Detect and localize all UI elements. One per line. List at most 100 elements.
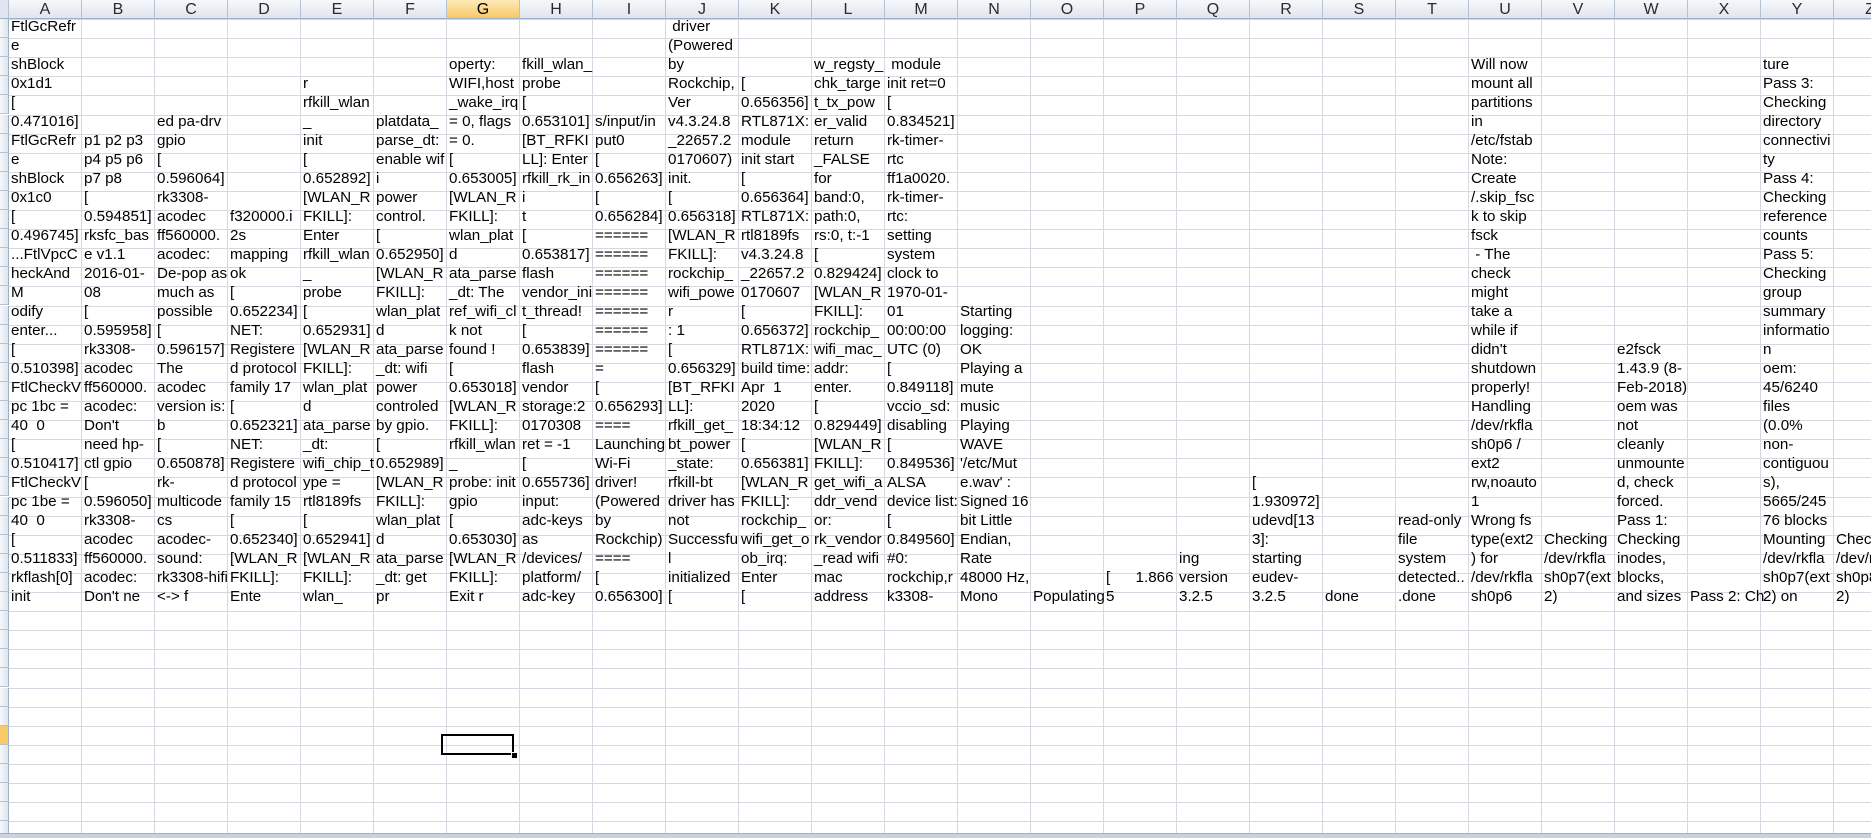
- row-header[interactable]: [0, 554, 9, 573]
- column-header-p[interactable]: P: [1104, 0, 1177, 19]
- cell-l-log-text[interactable]: w_regsty_ chk_targe t_tx_pow er_valid re…: [812, 19, 885, 606]
- column-header-h[interactable]: H: [520, 0, 593, 19]
- cell-v-log-text[interactable]: Checking /dev/rkfla sh0p7(ext 2): [1542, 19, 1615, 606]
- row-header[interactable]: [0, 497, 9, 516]
- row-header[interactable]: [0, 325, 9, 344]
- row-header[interactable]: [0, 630, 9, 649]
- cell-b-log-text[interactable]: p1 p2 p3 p4 p5 p6 p7 p8 [ 0.594851] rksf…: [82, 19, 155, 606]
- row-gridline: [9, 745, 1871, 746]
- column-header-c[interactable]: C: [155, 0, 228, 19]
- column-header-f[interactable]: F: [374, 0, 447, 19]
- cell-g-log-text[interactable]: operty: WIFI,host _wake_irq = 0, flags =…: [447, 19, 520, 606]
- row-header[interactable]: [0, 229, 9, 248]
- row-header[interactable]: [0, 286, 9, 305]
- row-header[interactable]: [0, 382, 9, 401]
- cell-m-log-text[interactable]: module init ret=0 [ 0.834521] rk-timer- …: [885, 19, 958, 606]
- row-header[interactable]: [0, 573, 9, 592]
- cell-w-log-text[interactable]: e2fsck 1.43.9 (8- Feb-2018) oem was not …: [1615, 19, 1688, 606]
- row-header[interactable]: [0, 38, 9, 57]
- row-header[interactable]: [0, 76, 9, 95]
- row-header[interactable]: [0, 611, 9, 630]
- fill-handle[interactable]: [511, 752, 518, 759]
- row-header[interactable]: [0, 458, 9, 477]
- row-gridline: [9, 649, 1871, 650]
- column-header-w[interactable]: W: [1615, 0, 1688, 19]
- cell-t-log-text[interactable]: read-only file system detected.. .done: [1396, 19, 1469, 606]
- row-header[interactable]: [0, 707, 9, 726]
- cell-c-log-text[interactable]: ed pa-drv gpio [ 0.596064] rk3308- acode…: [155, 19, 228, 606]
- cell-s-log-text[interactable]: done: [1323, 19, 1396, 606]
- column-header-r[interactable]: R: [1250, 0, 1323, 19]
- horizontal-scrollbar[interactable]: [0, 833, 1871, 838]
- selected-cell-cursor[interactable]: [441, 734, 514, 755]
- row-header[interactable]: [0, 134, 9, 153]
- row-header[interactable]: [0, 592, 9, 611]
- row-header[interactable]: [0, 172, 9, 191]
- column-header-m[interactable]: M: [885, 0, 958, 19]
- column-header-i[interactable]: I: [593, 0, 666, 19]
- cell-q-log-text[interactable]: ing version 3.2.5: [1177, 19, 1250, 606]
- column-header-n[interactable]: N: [958, 0, 1031, 19]
- row-header[interactable]: [0, 210, 9, 229]
- column-header-s[interactable]: S: [1323, 0, 1396, 19]
- column-header-d[interactable]: D: [228, 0, 301, 19]
- column-header-x[interactable]: X: [1688, 0, 1761, 19]
- cell-n-log-text[interactable]: Starting logging: OK Playing a mute musi…: [958, 19, 1031, 606]
- row-header[interactable]: [0, 439, 9, 458]
- row-header[interactable]: [0, 267, 9, 286]
- row-header[interactable]: [0, 802, 9, 821]
- column-header-e[interactable]: E: [301, 0, 374, 19]
- row-header[interactable]: [0, 19, 9, 38]
- row-header[interactable]: [0, 115, 9, 134]
- row-header[interactable]: [0, 783, 9, 802]
- cell-a-log-text[interactable]: 470993] FtlGcRefre shBlock 0x1d1 [ 0.471…: [9, 19, 82, 606]
- column-header-a[interactable]: A: [9, 0, 82, 19]
- column-header-l[interactable]: L: [812, 0, 885, 19]
- column-header-g[interactable]: G: [447, 0, 520, 19]
- column-header-o[interactable]: O: [1031, 0, 1104, 19]
- cell-h-log-text[interactable]: fkill_wlan_ probe [ 0.653101] [BT_RFKI L…: [520, 19, 593, 606]
- row-header[interactable]: [0, 344, 9, 363]
- cell-p-log-text[interactable]: [ 1.8665: [1104, 19, 1177, 606]
- row-header[interactable]: [0, 726, 9, 745]
- column-header-z[interactable]: Z: [1834, 0, 1871, 19]
- select-all-corner[interactable]: [0, 0, 9, 19]
- row-header[interactable]: [0, 764, 9, 783]
- row-header[interactable]: [0, 401, 9, 420]
- cell-e-log-text[interactable]: r rfkill_wlan_ init [ 0.652892] [WLAN_R …: [301, 19, 374, 606]
- column-header-u[interactable]: U: [1469, 0, 1542, 19]
- row-header[interactable]: [0, 477, 9, 496]
- row-header[interactable]: [0, 516, 9, 535]
- row-header[interactable]: [0, 688, 9, 707]
- column-header-v[interactable]: V: [1542, 0, 1615, 19]
- cell-y-log-text[interactable]: ture Pass 3: Checking directory connecti…: [1761, 19, 1834, 606]
- cell-r-log-text[interactable]: [ 1.930972] udevd[13 3]: starting eudev-…: [1250, 19, 1323, 606]
- row-header[interactable]: [0, 649, 9, 668]
- row-header[interactable]: [0, 57, 9, 76]
- column-header-b[interactable]: B: [82, 0, 155, 19]
- cell-f-log-text[interactable]: platdata_ parse_dt: enable wifi power co…: [374, 19, 447, 606]
- row-header[interactable]: [0, 95, 9, 114]
- cell-k-log-text[interactable]: [ 0.656356] RTL871X: module init start […: [739, 19, 812, 606]
- row-header[interactable]: [0, 306, 9, 325]
- row-header[interactable]: [0, 668, 9, 687]
- cell-z-log-text[interactable]: Checking /dev/rkfla sh0p8(ext 2): [1834, 19, 1871, 606]
- row-header[interactable]: [0, 153, 9, 172]
- row-header[interactable]: [0, 363, 9, 382]
- column-header-q[interactable]: Q: [1177, 0, 1250, 19]
- row-header[interactable]: [0, 248, 9, 267]
- column-header-t[interactable]: T: [1396, 0, 1469, 19]
- spreadsheet-grid[interactable]: A470993] FtlGcRefre shBlock 0x1d1 [ 0.47…: [0, 0, 1871, 838]
- row-header[interactable]: [0, 535, 9, 554]
- row-gridline: [9, 668, 1871, 669]
- cell-i-log-text[interactable]: s/input/in put0 [ 0.656263] [ 0.656284] …: [593, 19, 666, 606]
- column-header-j[interactable]: J: [666, 0, 739, 19]
- column-header-k[interactable]: K: [739, 0, 812, 19]
- column-header-y[interactable]: Y: [1761, 0, 1834, 19]
- cell-j-log-text[interactable]: driver (Powered by Rockchip, Ver v4.3.24…: [666, 19, 739, 606]
- row-header[interactable]: [0, 745, 9, 764]
- cell-u-log-text[interactable]: Will now mount all partitions in /etc/fs…: [1469, 19, 1542, 606]
- row-header[interactable]: [0, 420, 9, 439]
- cell-d-log-text[interactable]: f320000.i 2s mapping ok [ 0.652234] NET:…: [228, 19, 301, 606]
- row-header[interactable]: [0, 191, 9, 210]
